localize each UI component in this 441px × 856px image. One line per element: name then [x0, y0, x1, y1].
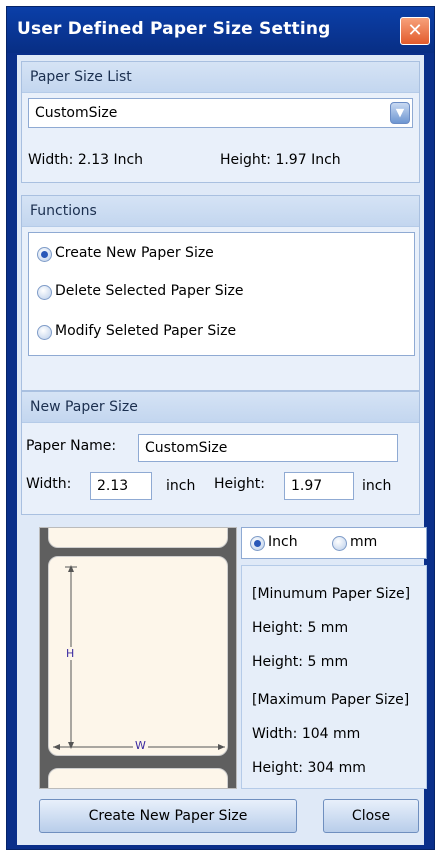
width-dimension-label: W	[133, 739, 148, 752]
title-bar[interactable]: User Defined Paper Size Setting ✕	[7, 7, 434, 53]
radio-label[interactable]: Delete Selected Paper Size	[55, 283, 243, 299]
close-icon: ✕	[407, 20, 423, 41]
height-dimension-label: H	[66, 647, 75, 660]
window-title: User Defined Paper Size Setting	[17, 19, 331, 39]
height-label: Height:	[214, 476, 265, 492]
paper-size-list-header: Paper Size List	[22, 62, 419, 93]
height-input[interactable]: 1.97	[284, 472, 354, 500]
create-new-paper-size-button[interactable]: Create New Paper Size	[39, 799, 297, 833]
functions-options-box: Create New Paper Size Delete Selected Pa…	[28, 232, 415, 356]
unit-selector: Inch mm	[241, 527, 427, 559]
close-button[interactable]: Close	[323, 799, 419, 833]
max-width-text: Width: 104 mm	[252, 726, 361, 742]
radio-button-icon[interactable]	[250, 536, 265, 551]
height-value: 1.97	[291, 478, 323, 494]
new-paper-size-group: New Paper Size Paper Name: CustomSize Wi…	[21, 391, 420, 515]
min-height-text-1: Height: 5 mm	[252, 620, 349, 636]
paper-size-list-group: Paper Size List CustomSize ▼ Width: 2.13…	[21, 61, 420, 183]
radio-label[interactable]: Create New Paper Size	[55, 245, 214, 261]
paper-size-select-value: CustomSize	[35, 105, 118, 121]
paper-name-value: CustomSize	[145, 440, 228, 456]
current-width-text: Width: 2.13 Inch	[28, 152, 144, 168]
height-unit-label: inch	[362, 478, 392, 494]
new-paper-size-header: New Paper Size	[22, 392, 419, 423]
chevron-down-icon[interactable]: ▼	[390, 102, 410, 124]
functions-header: Functions	[22, 196, 419, 227]
functions-group: Functions Create New Paper Size Delete S…	[21, 195, 420, 391]
radio-button-icon[interactable]	[37, 325, 52, 340]
max-height-text: Height: 304 mm	[252, 760, 366, 776]
unit-inch-label[interactable]: Inch	[268, 534, 298, 550]
size-limits-info: [Minumum Paper Size] Height: 5 mm Height…	[241, 565, 427, 789]
radio-button-icon[interactable]	[37, 247, 52, 262]
dimension-lines	[53, 565, 225, 750]
unit-mm-label[interactable]: mm	[350, 534, 377, 550]
width-label: Width:	[26, 476, 72, 492]
dialog-body: Paper Size List CustomSize ▼ Width: 2.13…	[17, 55, 427, 845]
label-preview: H W	[39, 527, 237, 789]
min-height-text-2: Height: 5 mm	[252, 654, 349, 670]
paper-name-label: Paper Name:	[26, 438, 117, 454]
close-window-button[interactable]: ✕	[400, 17, 430, 45]
max-size-title: [Maximum Paper Size]	[252, 692, 410, 708]
width-value: 2.13	[97, 478, 129, 494]
current-height-text: Height: 1.97 Inch	[220, 152, 341, 168]
dialog-window: User Defined Paper Size Setting ✕ Paper …	[6, 6, 435, 850]
preview-label-bottom	[48, 768, 228, 788]
preview-label-top	[48, 528, 228, 548]
preview-label-main: H W	[48, 556, 228, 756]
radio-button-icon[interactable]	[37, 285, 52, 300]
radio-button-icon[interactable]	[332, 536, 347, 551]
min-size-title: [Minumum Paper Size]	[252, 586, 411, 602]
paper-name-input[interactable]: CustomSize	[138, 434, 398, 462]
width-input[interactable]: 2.13	[90, 472, 152, 500]
radio-label[interactable]: Modify Seleted Paper Size	[55, 323, 236, 339]
width-unit-label: inch	[166, 478, 196, 494]
paper-size-select[interactable]: CustomSize ▼	[28, 98, 413, 128]
